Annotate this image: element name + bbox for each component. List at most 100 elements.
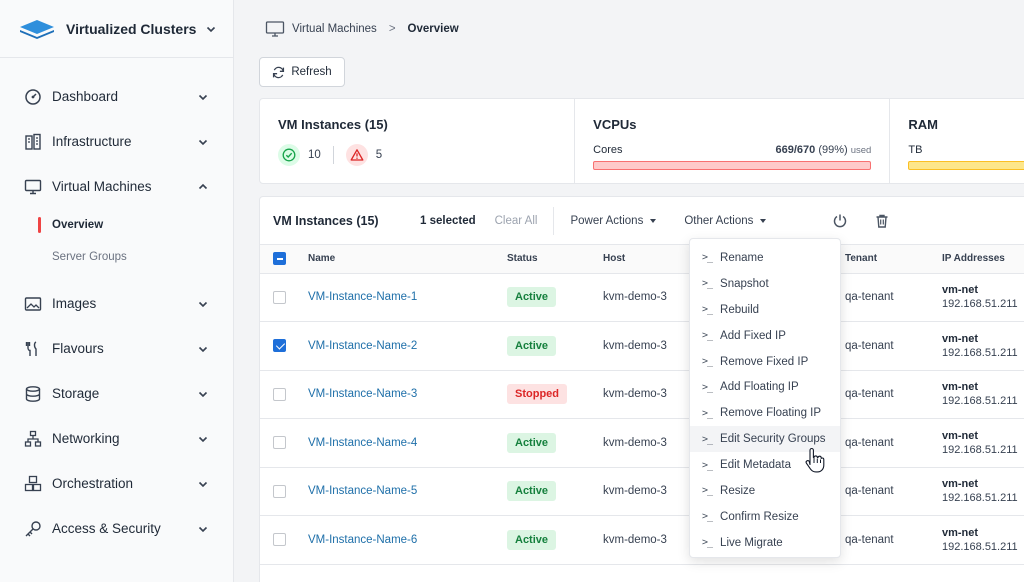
storage-icon [25,385,41,402]
monitor-icon [24,179,42,194]
chevron-down-icon [198,139,208,145]
stat-title: RAM [908,117,938,132]
cluster-name: Virtualized Clusters [66,20,197,37]
sidebar-subitem-overview[interactable]: Overview [0,209,233,241]
sidebar-item-label: Orchestration [52,476,134,491]
row-checkbox[interactable] [273,533,286,547]
flavours-icon [25,340,37,356]
menu-item-add-floating-ip[interactable]: >_ Add Floating IP [690,374,840,400]
refresh-button[interactable]: Refresh [259,57,345,87]
row-checkbox[interactable] [273,290,286,304]
menu-item-rename[interactable]: >_ Rename [690,245,840,271]
vm-name-link[interactable]: VM-Instance-Name-3 [308,388,417,400]
stat-ram: RAM TB [890,99,1024,183]
menu-item-confirm-resize[interactable]: >_ Confirm Resize [690,504,840,530]
networking-icon [24,430,42,447]
menu-item-label: Live Migrate [720,536,783,549]
column-header-ip-addresses[interactable]: IP Addresses [942,245,1024,274]
ip-network: vm-net [942,478,979,491]
row-checkbox[interactable] [273,484,286,498]
vm-name-link[interactable]: VM-Instance-Name-4 [308,437,417,449]
column-header-tenant[interactable]: Tenant [845,245,942,274]
terminal-prompt-icon: >_ [702,381,713,393]
stat-title: VM Instances (15) [278,117,388,132]
cluster-switcher[interactable]: Virtualized Clusters [0,0,233,58]
orchestration-icon [24,475,42,491]
tenant-cell: qa-tenant [845,339,894,352]
menu-item-add-fixed-ip[interactable]: >_ Add Fixed IP [690,323,840,349]
menu-item-rebuild[interactable]: >_ Rebuild [690,297,840,323]
table-row[interactable]: VM-Instance-Name-1 Active kvm-demo-3 qa-… [260,273,1024,322]
vm-name-link[interactable]: VM-Instance-Name-5 [308,485,417,497]
ip-cell: vm-net 192.168.51.211 [942,516,1024,565]
ip-address: 192.168.51.211 [942,492,1018,505]
menu-item-label: Confirm Resize [720,510,799,523]
power-actions-label: Power Actions [570,214,644,227]
menu-item-remove-floating-ip[interactable]: >_ Remove Floating IP [690,400,840,426]
menu-item-snapshot[interactable]: >_ Snapshot [690,271,840,297]
clear-all-button[interactable]: Clear All [495,215,538,227]
sidebar-item-label: Access & Security [52,521,161,536]
ip-network: vm-net [942,429,979,442]
trash-icon[interactable] [874,213,890,229]
row-checkbox[interactable] [273,339,286,353]
ip-address: 192.168.51.211 [942,540,1018,553]
vm-name-link[interactable]: VM-Instance-Name-1 [308,291,417,303]
terminal-prompt-icon: >_ [702,252,713,264]
vm-name-link[interactable]: VM-Instance-Name-2 [308,340,417,352]
sidebar-item-label: Infrastructure [52,134,132,149]
sidebar-subitem-server-groups[interactable]: Server Groups [0,241,233,273]
menu-item-live-migrate[interactable]: >_ Live Migrate [690,530,840,556]
power-actions-dropdown[interactable]: Power Actions [570,214,657,227]
sidebar-item-flavours[interactable]: Flavours [0,326,233,371]
stat-vcpus: VCPUs Cores 669/670 (99%) used [575,99,891,183]
tenant-cell: qa-tenant [845,533,894,546]
menu-item-remove-fixed-ip[interactable]: >_ Remove Fixed IP [690,349,840,375]
sidebar-item-networking[interactable]: Networking [0,416,233,461]
sidebar-item-images[interactable]: Images [0,281,233,326]
warn-count: 5 [375,149,383,161]
ip-cell: vm-net 192.168.51.211 [942,322,1024,371]
infrastructure-icon [25,133,41,150]
chevron-down-icon [198,436,208,442]
sidebar-item-virtual-machines[interactable]: Virtual Machines [0,164,233,209]
menu-item-resize[interactable]: >_ Resize [690,478,840,504]
stat-vm-instances: VM Instances (15) 10 5 [260,99,576,183]
column-header-status[interactable]: Status [507,245,603,274]
table-row[interactable]: VM-Instance-Name-3 Stopped kvm-demo-3 qa… [260,370,1024,419]
sidebar-item-infrastructure[interactable]: Infrastructure [0,119,233,164]
column-header-name[interactable]: Name [308,245,507,274]
terminal-prompt-icon: >_ [702,537,713,549]
vcpu-usage-row: Cores 669/670 (99%) used [593,144,871,156]
warning-icon [345,144,368,166]
power-icon[interactable] [832,213,848,229]
select-all-checkbox[interactable] [273,252,286,266]
other-actions-dropdown[interactable]: Other Actions [684,215,767,227]
terminal-prompt-icon: >_ [702,485,713,497]
sidebar-item-label: Dashboard [52,89,119,104]
table-toolbar: VM Instances (15) 1 selected Clear All P… [260,197,1024,245]
ip-address: 192.168.51.211 [942,443,1018,456]
stat-title: VCPUs [593,117,637,132]
table-row[interactable]: VM-Instance-Name-4 Active kvm-demo-3 qa-… [260,419,1024,467]
caret-down-icon [650,218,657,223]
tenant-cell: qa-tenant [845,388,894,401]
breadcrumb-parent[interactable]: Virtual Machines [292,23,377,35]
status-badge: Active [507,335,557,356]
chevron-down-icon [198,94,208,100]
table-row[interactable]: VM-Instance-Name-2 Active kvm-demo-3 qa-… [260,322,1024,371]
table-row[interactable]: VM-Instance-Name-5 Active kvm-demo-3 qa-… [260,467,1024,516]
sidebar-item-orchestration[interactable]: Orchestration [0,461,233,506]
menu-item-label: Edit Metadata [720,459,792,472]
sidebar-item-access-security[interactable]: Access & Security [0,506,233,551]
table-row[interactable]: VM-Instance-Name-6 Active kvm-demo-3 qa-… [260,516,1024,565]
menu-item-label: Rebuild [720,303,760,316]
ip-address: 192.168.51.211 [942,298,1018,311]
status-badge: Active [507,432,557,453]
menu-item-label: Add Floating IP [720,381,799,394]
row-checkbox[interactable] [273,436,286,450]
vm-name-link[interactable]: VM-Instance-Name-6 [308,534,417,546]
sidebar-item-dashboard[interactable]: Dashboard [0,74,233,119]
row-checkbox[interactable] [273,387,286,401]
sidebar-item-storage[interactable]: Storage [0,371,233,416]
